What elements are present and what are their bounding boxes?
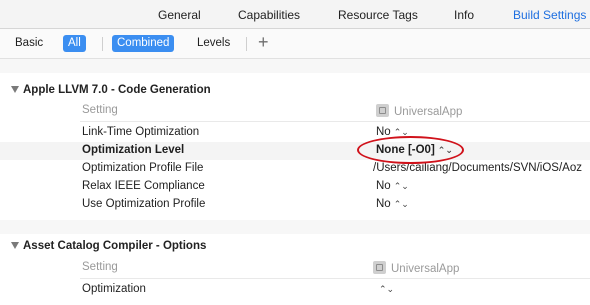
target-column-header: UniversalApp: [373, 261, 459, 275]
setting-value-popup[interactable]: No ⌃⌄: [376, 198, 409, 210]
section-header-asset-catalog[interactable]: Asset Catalog Compiler - Options: [0, 238, 590, 256]
add-setting-plus-icon[interactable]: +: [258, 32, 269, 52]
setting-row-use-optimization-profile[interactable]: Use Optimization Profile No ⌃⌄: [0, 196, 590, 214]
setting-row-asset-optimization[interactable]: Optimization ⌃⌄: [0, 281, 590, 299]
target-app-icon: [373, 261, 386, 274]
tab-info[interactable]: Info: [454, 8, 474, 22]
filter-divider: [246, 37, 247, 51]
tab-resource-tags[interactable]: Resource Tags: [338, 8, 418, 22]
disclosure-triangle-icon[interactable]: [11, 86, 19, 93]
combined-view-button[interactable]: Combined: [112, 35, 175, 52]
editor-tab-bar: General Capabilities Resource Tags Info …: [0, 0, 590, 29]
section-gap: [0, 220, 590, 234]
popup-arrows-icon: ⌃⌄: [393, 181, 409, 191]
setting-name: Use Optimization Profile: [82, 198, 206, 210]
build-settings-filter-bar: Basic All Combined Levels +: [0, 29, 590, 59]
section-title: Apple LLVM 7.0 - Code Generation: [23, 84, 211, 96]
popup-arrows-icon: ⌃⌄: [393, 127, 409, 137]
setting-name: Relax IEEE Compliance: [82, 180, 205, 192]
levels-view-button[interactable]: Levels: [192, 35, 235, 52]
popup-arrows-icon: ⌃⌄: [379, 284, 395, 294]
target-name: UniversalApp: [394, 106, 463, 118]
setting-value-popup[interactable]: No ⌃⌄: [376, 126, 409, 138]
all-filter-button[interactable]: All: [63, 35, 86, 52]
row-divider: [80, 121, 590, 122]
setting-value-popup[interactable]: None [-O0] ⌃⌄: [376, 144, 453, 156]
setting-value[interactable]: /Users/cailiang/Documents/SVN/iOS/Aoz: [373, 162, 582, 174]
basic-filter-button[interactable]: Basic: [10, 35, 48, 52]
popup-arrows-icon: ⌃⌄: [437, 145, 453, 155]
column-header-row: Setting UniversalApp: [0, 259, 590, 277]
setting-row-optimization-profile-file[interactable]: Optimization Profile File /Users/cailian…: [0, 160, 590, 178]
target-app-icon: [376, 104, 389, 117]
tab-general[interactable]: General: [158, 8, 201, 22]
setting-value: None [-O0]: [376, 144, 435, 156]
setting-column-header: Setting: [82, 104, 118, 116]
popup-arrows-icon: ⌃⌄: [393, 199, 409, 209]
section-header-code-generation[interactable]: Apple LLVM 7.0 - Code Generation: [0, 82, 590, 100]
target-name: UniversalApp: [391, 263, 460, 275]
setting-column-header: Setting: [82, 261, 118, 273]
filter-divider: [102, 37, 103, 51]
setting-value: No: [376, 126, 391, 138]
setting-row-optimization-level[interactable]: Optimization Level None [-O0] ⌃⌄: [0, 142, 590, 160]
disclosure-triangle-icon[interactable]: [11, 242, 19, 249]
setting-value-popup[interactable]: ⌃⌄: [376, 283, 394, 295]
tab-capabilities[interactable]: Capabilities: [238, 8, 300, 22]
setting-name: Link-Time Optimization: [82, 126, 200, 138]
section-gap: [0, 59, 590, 73]
section-title: Asset Catalog Compiler - Options: [23, 240, 207, 252]
setting-value: No: [376, 180, 391, 192]
setting-name: Optimization: [82, 283, 146, 295]
column-header-row: Setting UniversalApp: [0, 102, 590, 120]
setting-name: Optimization Level: [82, 144, 185, 156]
target-column-header: UniversalApp: [376, 104, 462, 118]
setting-name: Optimization Profile File: [82, 162, 204, 174]
tab-build-settings[interactable]: Build Settings: [513, 8, 586, 22]
setting-value-popup[interactable]: No ⌃⌄: [376, 180, 409, 192]
row-divider: [80, 278, 590, 279]
setting-row-link-time-optimization[interactable]: Link-Time Optimization No ⌃⌄: [0, 124, 590, 142]
setting-row-relax-ieee-compliance[interactable]: Relax IEEE Compliance No ⌃⌄: [0, 178, 590, 196]
setting-value: No: [376, 198, 391, 210]
